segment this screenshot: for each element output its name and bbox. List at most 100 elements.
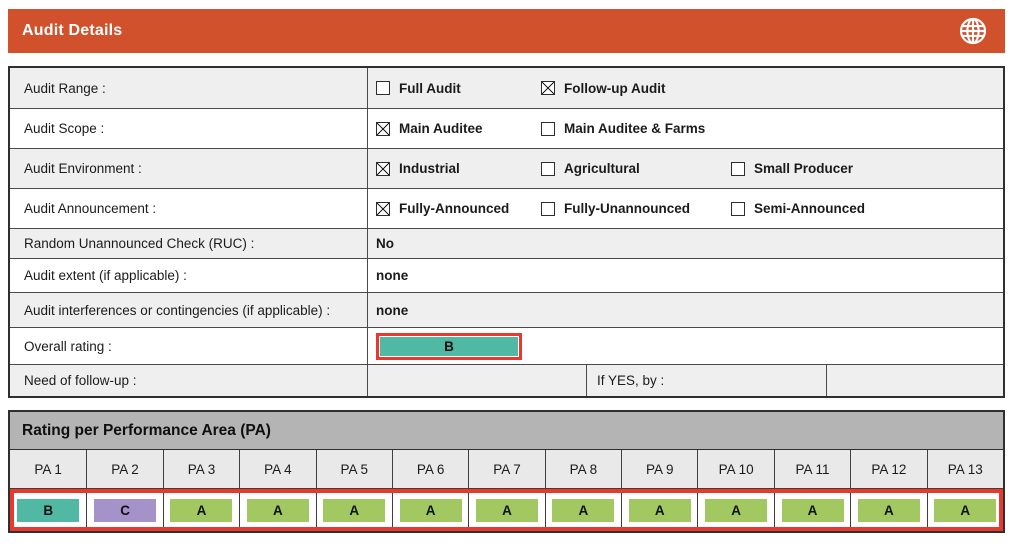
- checkbox-label: Full Audit: [399, 81, 461, 96]
- pa-column-header-pa-13: PA 13: [927, 450, 1003, 488]
- checkbox-label: Industrial: [399, 161, 460, 176]
- pa-rating-badge: A: [400, 499, 462, 522]
- row-label: Audit Scope :: [10, 109, 368, 148]
- option-full-audit: Full Audit: [376, 81, 541, 96]
- pa-column-header-pa-7: PA 7: [468, 450, 544, 488]
- pa-rating-badge: A: [705, 499, 767, 522]
- pa-rating-cell: A: [850, 489, 926, 531]
- pa-column-header-pa-5: PA 5: [316, 450, 392, 488]
- pa-rating-cell: A: [545, 489, 621, 531]
- pa-rating-cell: A: [392, 489, 468, 531]
- unchecked-checkbox-fully-unannounced[interactable]: [541, 202, 555, 216]
- audit-row-audit-announcement: Audit Announcement :Fully-AnnouncedFully…: [10, 188, 1003, 228]
- pa-rating-cell: A: [163, 489, 239, 531]
- checked-checkbox-follow-up-audit[interactable]: [541, 81, 555, 95]
- pa-column-header-pa-9: PA 9: [621, 450, 697, 488]
- option-fully-unannounced: Fully-Unannounced: [541, 201, 731, 216]
- pa-rating-badge: A: [323, 499, 385, 522]
- unchecked-checkbox-main-auditee-farms[interactable]: [541, 122, 555, 136]
- audit-row-audit-range: Audit Range :Full AuditFollow-up Audit: [10, 68, 1003, 108]
- row-value: none: [368, 293, 1003, 327]
- pa-column-header-pa-4: PA 4: [239, 450, 315, 488]
- pa-rating-cell: B: [10, 489, 86, 531]
- row-label: Audit extent (if applicable) :: [10, 259, 368, 292]
- audit-row-need-of-follow-up: Need of follow-up : If YES, by :: [10, 364, 1003, 396]
- pa-column-header-pa-3: PA 3: [163, 450, 239, 488]
- option-fully-announced: Fully-Announced: [376, 201, 541, 216]
- option-follow-up-audit: Follow-up Audit: [541, 81, 731, 96]
- row-label: Need of follow-up :: [10, 365, 368, 396]
- checkbox-label: Main Auditee & Farms: [564, 121, 705, 136]
- follow-up-empty-cell: [826, 365, 1003, 396]
- pa-header-row: PA 1PA 2PA 3PA 4PA 5PA 6PA 7PA 8PA 9PA 1…: [10, 450, 1003, 489]
- row-label: Audit Environment :: [10, 149, 368, 188]
- audit-row-overall-rating: Overall rating : B: [10, 327, 1003, 364]
- pa-rating-cell: A: [316, 489, 392, 531]
- row-rating: B: [368, 328, 1003, 364]
- audit-row-random-unannounced-check-ruc: Random Unannounced Check (RUC) :No: [10, 228, 1003, 258]
- row-options: Full Audit Follow-up Audit: [368, 68, 1003, 108]
- pa-rating-badge: A: [476, 499, 538, 522]
- checked-checkbox-industrial[interactable]: [376, 162, 390, 176]
- pa-rating-cell: A: [697, 489, 773, 531]
- pa-rating-badge: A: [934, 499, 996, 522]
- pa-ratings-row: BCAAAAAAAAAAA: [10, 489, 1003, 531]
- checkbox-label: Agricultural: [564, 161, 640, 176]
- row-label: Overall rating :: [10, 328, 368, 364]
- pa-column-header-pa-1: PA 1: [10, 450, 86, 488]
- pa-rating-cell: A: [621, 489, 697, 531]
- checkbox-label: Small Producer: [754, 161, 853, 176]
- globe-icon[interactable]: [957, 15, 989, 47]
- audit-row-audit-extent-if-applicable: Audit extent (if applicable) :none: [10, 258, 1003, 292]
- pa-rating-badge: A: [782, 499, 844, 522]
- row-label: Random Unannounced Check (RUC) :: [10, 229, 368, 258]
- option-main-auditee-farms: Main Auditee & Farms: [541, 121, 731, 136]
- checkbox-label: Fully-Announced: [399, 201, 509, 216]
- checked-checkbox-main-auditee[interactable]: [376, 122, 390, 136]
- follow-up-empty-cell: [368, 365, 586, 396]
- audit-row-audit-scope: Audit Scope : Main Auditee Main Auditee & …: [10, 108, 1003, 148]
- row-options: Main Auditee Main Auditee & Farms: [368, 109, 1003, 148]
- header-bar: Audit Details: [8, 9, 1005, 53]
- page: Audit Details Audit Range :Full AuditFol…: [8, 0, 1005, 533]
- options-group: Main Auditee Main Auditee & Farms: [376, 121, 1003, 136]
- pa-rating-badge: A: [858, 499, 920, 522]
- pa-column-header-pa-10: PA 10: [697, 450, 773, 488]
- pa-rating-badge: B: [17, 499, 79, 522]
- pa-rating-cell: C: [86, 489, 162, 531]
- row-value: No: [368, 229, 1003, 258]
- overall-rating-badge: B: [380, 337, 518, 356]
- pa-ratings-section: Rating per Performance Area (PA) PA 1PA …: [8, 410, 1005, 533]
- pa-column-header-pa-11: PA 11: [774, 450, 850, 488]
- unchecked-checkbox-full-audit[interactable]: [376, 81, 390, 95]
- checkbox-label: Main Auditee: [399, 121, 483, 136]
- pa-column-header-pa-6: PA 6: [392, 450, 468, 488]
- pa-rating-badge: C: [94, 499, 156, 522]
- option-industrial: Industrial: [376, 161, 541, 176]
- pa-rating-cell: A: [468, 489, 544, 531]
- pa-rating-cell: A: [927, 489, 1003, 531]
- row-label: Audit interferences or contingencies (if…: [10, 293, 368, 327]
- follow-up-sublabel: If YES, by :: [586, 365, 826, 396]
- pa-rating-badge: A: [170, 499, 232, 522]
- unchecked-checkbox-agricultural[interactable]: [541, 162, 555, 176]
- checkbox-label: Fully-Unannounced: [564, 201, 690, 216]
- row-label: Audit Announcement :: [10, 189, 368, 228]
- pa-column-header-pa-8: PA 8: [545, 450, 621, 488]
- unchecked-checkbox-semi-announced[interactable]: [731, 202, 745, 216]
- pa-rating-cell: A: [774, 489, 850, 531]
- page-title: Audit Details: [22, 22, 957, 40]
- row-options: Fully-Announced Fully-Unannounced Semi-Ann…: [368, 189, 1003, 228]
- checked-checkbox-fully-announced[interactable]: [376, 202, 390, 216]
- checkbox-label: Follow-up Audit: [564, 81, 665, 96]
- follow-up-cells: If YES, by :: [368, 365, 1003, 396]
- option-small-producer: Small Producer: [731, 161, 853, 176]
- audit-row-audit-environment: Audit Environment : Industrial Agricultura…: [10, 148, 1003, 188]
- pa-rating-badge: A: [552, 499, 614, 522]
- unchecked-checkbox-small-producer[interactable]: [731, 162, 745, 176]
- pa-column-header-pa-2: PA 2: [86, 450, 162, 488]
- options-group: Industrial Agricultural Small Producer: [376, 161, 1003, 176]
- checkbox-label: Semi-Announced: [754, 201, 865, 216]
- pa-rating-cell: A: [239, 489, 315, 531]
- overall-rating-highlight-frame: B: [376, 333, 522, 360]
